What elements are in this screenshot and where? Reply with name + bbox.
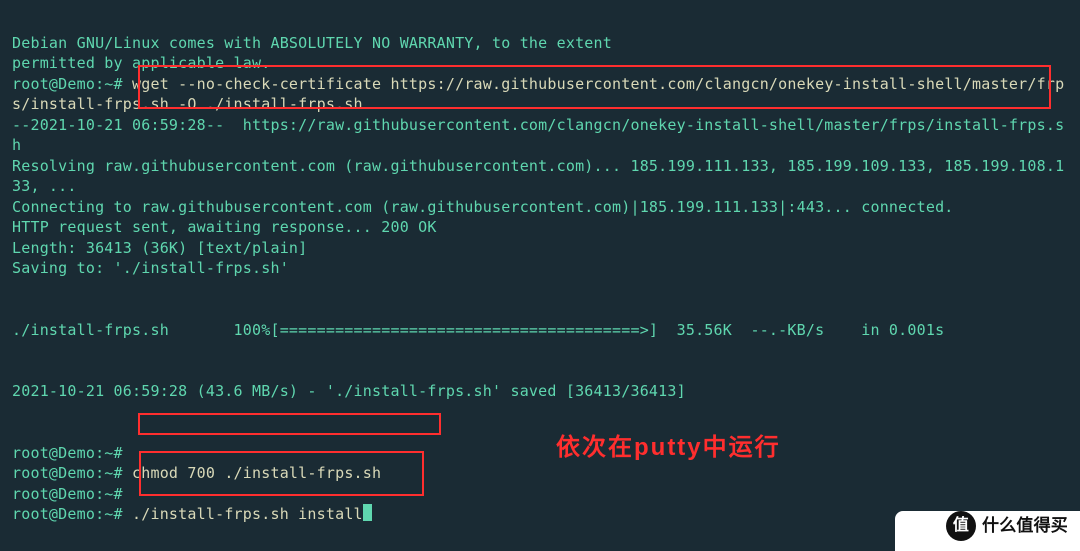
output-line: Saving to: './install-frps.sh' — [12, 259, 289, 277]
shell-command: ./install-frps.sh install — [123, 505, 363, 523]
annotation-text: 依次在putty中运行 — [556, 438, 781, 459]
blank-line — [12, 279, 1068, 300]
terminal-output[interactable]: Debian GNU/Linux comes with ABSOLUTELY N… — [0, 0, 1080, 537]
blank-line — [12, 402, 1068, 423]
output-line: Length: 36413 (36K) [text/plain] — [12, 239, 307, 257]
blank-line — [12, 340, 1068, 361]
output-line: HTTP request sent, awaiting response... … — [12, 218, 437, 236]
shell-prompt: root@Demo:~# — [12, 485, 123, 503]
terminal-cursor — [363, 504, 372, 521]
watermark-badge-icon: 值 — [946, 511, 976, 541]
shell-prompt: root@Demo:~# — [12, 444, 123, 462]
watermark: 值 什么值得买 — [942, 509, 1072, 543]
shell-prompt: root@Demo:~# — [12, 505, 123, 523]
output-line: ./install-frps.sh 100%[=================… — [12, 321, 944, 339]
output-line: 2021-10-21 06:59:28 (43.6 MB/s) - './ins… — [12, 382, 686, 400]
shell-command: wget --no-check-certificate https://raw.… — [12, 75, 1064, 114]
shell-prompt: root@Demo:~# — [12, 75, 123, 93]
shell-prompt: root@Demo:~# — [12, 464, 123, 482]
output-line: permitted by applicable law. — [12, 54, 270, 72]
output-line: Debian GNU/Linux comes with ABSOLUTELY N… — [12, 34, 612, 52]
output-line: --2021-10-21 06:59:28-- https://raw.gith… — [12, 116, 1064, 155]
shell-command: chmod 700 ./install-frps.sh — [123, 464, 381, 482]
watermark-label: 什么值得买 — [982, 516, 1068, 537]
output-line: Resolving raw.githubusercontent.com (raw… — [12, 157, 1064, 196]
output-line: Connecting to raw.githubusercontent.com … — [12, 198, 954, 216]
